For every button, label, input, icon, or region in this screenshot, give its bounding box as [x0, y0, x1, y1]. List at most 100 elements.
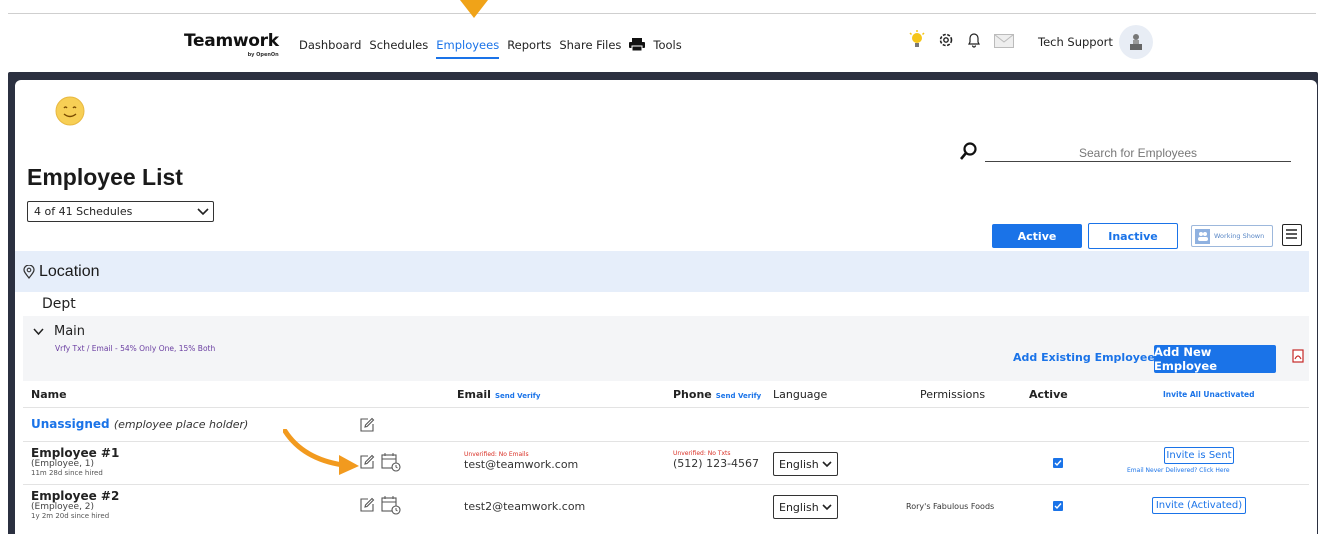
users-icon — [1195, 228, 1210, 244]
brand-logo[interactable]: Teamwork by OpenOn — [184, 31, 279, 58]
top-divider — [8, 13, 1316, 14]
page-title: Employee List — [27, 164, 183, 190]
invite-button[interactable]: Invite is Sent — [1164, 447, 1234, 464]
col-language: Language — [773, 388, 828, 401]
location-bar[interactable]: Location — [15, 251, 1309, 292]
col-active: Active — [1029, 388, 1068, 401]
calendar-clock-icon[interactable] — [381, 495, 401, 515]
col-phone-label: Phone — [673, 388, 712, 401]
email-value: test@teamwork.com — [464, 458, 579, 471]
employee-1-email: Unverified: No Emails test@teamwork.com — [464, 451, 578, 471]
language-value: English — [779, 457, 819, 471]
active-checkbox[interactable] — [1053, 458, 1063, 468]
employee-hired: 1y 2m 20d since hired — [31, 512, 110, 520]
location-label: Location — [39, 262, 100, 280]
edit-icon[interactable] — [359, 417, 375, 433]
invite-all-unactivated-link[interactable]: Invite All Unactivated — [1163, 390, 1255, 399]
employee-2-info[interactable]: Employee #2 (Employee, 2) 1y 2m 20d sinc… — [31, 490, 119, 521]
section-name: Main — [54, 324, 86, 339]
table-row: Employee #2 (Employee, 2) 1y 2m 20d sinc… — [23, 485, 1309, 528]
inactive-filter-button[interactable]: Inactive — [1088, 223, 1178, 249]
main-section: Main Vrfy Txt / Email - 54% Only One, 15… — [23, 316, 1309, 381]
top-navigation: Teamwork by OpenOn Dashboard Schedules E… — [0, 0, 1324, 72]
curved-arrow-icon — [283, 429, 359, 475]
nav-share-files[interactable]: Share Files — [559, 38, 621, 59]
pointer-arrow-icon — [460, 0, 488, 18]
language-select[interactable]: English — [773, 495, 838, 519]
table-header: Name Email Send Verify Phone Send Verify L… — [23, 381, 1309, 408]
table-row: Employee #1 (Employee, 1) 11m 28d since … — [23, 442, 1309, 485]
table-row-unassigned: Unassigned (employee place holder) — [23, 408, 1309, 442]
phone-send-verify-link[interactable]: Send Verify — [716, 392, 761, 400]
email-never-delivered-link[interactable]: Email Never Delivered? Click Here — [1127, 467, 1230, 474]
brand-name: Teamwork — [184, 31, 279, 51]
nav-schedules[interactable]: Schedules — [369, 38, 428, 59]
user-name[interactable]: Tech Support — [1038, 35, 1113, 49]
col-name: Name — [31, 388, 67, 401]
working-shown-label: Working Shown — [1214, 232, 1265, 240]
employee-1-info[interactable]: Employee #1 (Employee, 1) 11m 28d since … — [31, 447, 119, 478]
printer-icon[interactable] — [629, 38, 646, 59]
dept-label: Dept — [42, 296, 76, 312]
brand-sub: by OpenOn — [247, 52, 279, 58]
unassigned-name: Unassigned — [31, 417, 110, 431]
mail-icon[interactable] — [994, 33, 1014, 52]
phone-value: (512) 123-4567 — [673, 457, 760, 470]
col-phone: Phone Send Verify — [673, 388, 761, 401]
calendar-clock-icon[interactable] — [381, 452, 401, 472]
nav-reports[interactable]: Reports — [507, 38, 551, 59]
employee-hired: 11m 28d since hired — [31, 469, 103, 477]
lightbulb-icon[interactable] — [908, 30, 926, 54]
bell-icon[interactable] — [966, 32, 982, 52]
language-select[interactable]: English — [773, 452, 838, 476]
employee-name: Employee #2 — [31, 489, 120, 503]
employee-sub: (Employee, 1) — [31, 459, 95, 469]
smiley-icon — [55, 96, 85, 126]
edit-icon[interactable] — [359, 454, 375, 470]
pdf-icon[interactable] — [1292, 349, 1304, 363]
edit-icon[interactable] — [359, 497, 375, 513]
employee-sub: (Employee, 2) — [31, 502, 95, 512]
nav-dashboard[interactable]: Dashboard — [299, 38, 361, 59]
main-section-toggle[interactable]: Main — [33, 324, 85, 339]
header-actions: Tech Support — [908, 25, 1153, 59]
email-value: test2@teamwork.com — [464, 500, 586, 513]
location-pin-icon — [23, 264, 35, 279]
verify-stats: Vrfy Txt / Email - 54% Only One, 15% Bot… — [55, 344, 216, 353]
active-checkbox[interactable] — [1053, 501, 1063, 511]
active-filter-button[interactable]: Active — [992, 224, 1082, 248]
phone-status: Unverified: No Txts — [673, 450, 731, 457]
check-icon — [1054, 460, 1062, 467]
working-shown-button[interactable]: Working Shown — [1191, 225, 1273, 247]
chevron-down-icon — [822, 503, 832, 510]
nav-tools[interactable]: Tools — [653, 38, 681, 59]
language-value: English — [779, 500, 819, 514]
gear-icon[interactable] — [938, 32, 954, 52]
search-input[interactable] — [985, 144, 1291, 162]
schedule-select-value: 4 of 41 Schedules — [34, 205, 133, 218]
chevron-down-icon — [197, 207, 209, 215]
list-view-icon[interactable] — [1282, 224, 1302, 246]
search-bar — [959, 142, 1293, 162]
employee-1-phone: Unverified: No Txts (512) 123-4567 — [673, 450, 759, 470]
add-existing-employees-link[interactable]: Add Existing Employees — [1013, 351, 1161, 364]
main-nav: Dashboard Schedules Employees Reports Sh… — [299, 38, 682, 59]
permissions-value: Rory's Fabulous Foods — [906, 502, 995, 511]
add-new-employee-button[interactable]: Add New Employee — [1154, 345, 1276, 373]
invite-button[interactable]: Invite (Activated) — [1152, 497, 1246, 514]
col-email: Email Send Verify — [457, 388, 540, 401]
employee-panel: Employee List 4 of 41 Schedules Active I… — [15, 80, 1317, 534]
unassigned-link[interactable]: Unassigned (employee place holder) — [31, 417, 248, 431]
nav-employees[interactable]: Employees — [436, 38, 500, 59]
email-status: Unverified: No Emails — [464, 451, 529, 458]
unassigned-note: (employee place holder) — [113, 418, 249, 431]
chevron-down-icon — [822, 460, 832, 467]
employee-name: Employee #1 — [31, 446, 120, 460]
check-icon — [1054, 503, 1062, 510]
col-email-label: Email — [457, 388, 491, 401]
search-icon[interactable] — [959, 142, 979, 162]
schedule-select[interactable]: 4 of 41 Schedules — [27, 201, 214, 222]
avatar[interactable] — [1118, 25, 1153, 59]
email-send-verify-link[interactable]: Send Verify — [495, 392, 540, 400]
col-permissions: Permissions — [920, 388, 986, 401]
